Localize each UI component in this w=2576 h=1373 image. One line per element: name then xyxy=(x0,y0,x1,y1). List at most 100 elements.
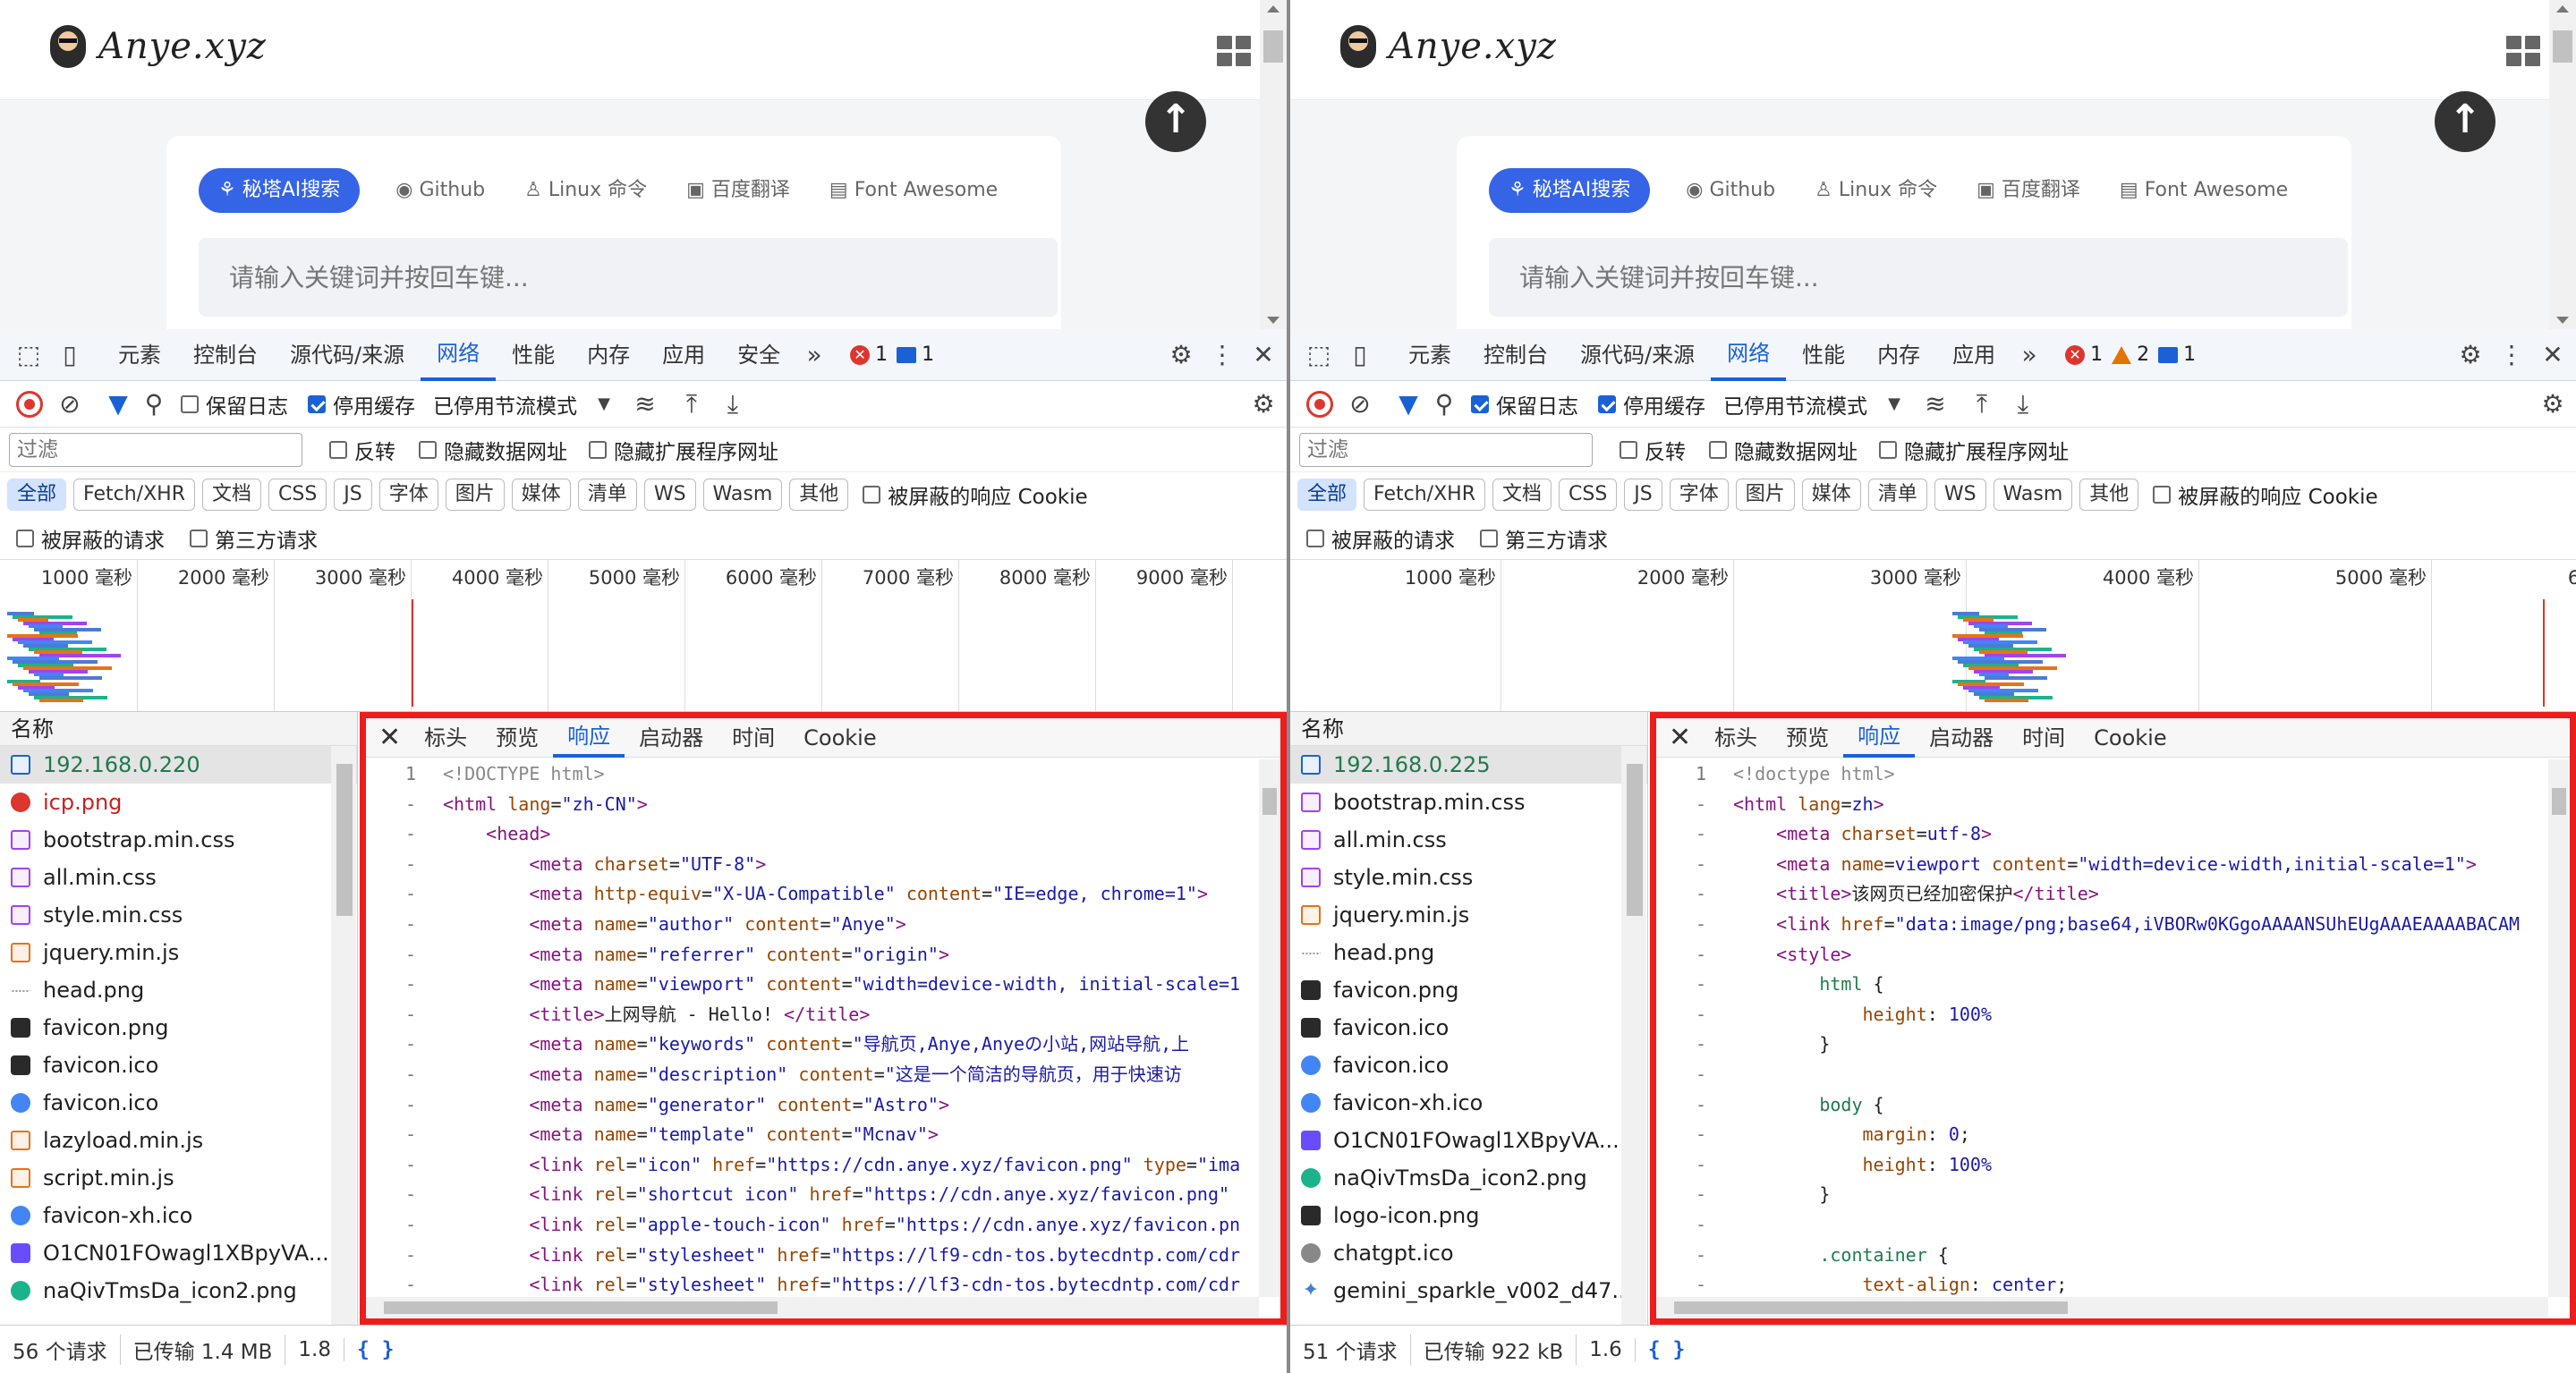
request-row[interactable]: O1CN01FOwagl1XBpyVA... xyxy=(1290,1122,1647,1159)
checkbox-box[interactable] xyxy=(1598,394,1616,413)
checkbox-box[interactable] xyxy=(1620,440,1637,459)
detail-tab[interactable]: 标头 xyxy=(1700,718,1772,758)
network-conditions-icon[interactable]: ≋ xyxy=(631,389,659,419)
type-filter-chip[interactable]: 清单 xyxy=(577,479,637,511)
scroll-thumb[interactable] xyxy=(336,764,353,916)
type-filter-chip[interactable]: 字体 xyxy=(378,479,438,511)
hide-data-urls-checkbox[interactable]: 隐藏数据网址 xyxy=(419,435,567,465)
message-badge[interactable]: 1 xyxy=(897,343,934,366)
type-filter-chip[interactable]: 图片 xyxy=(1735,479,1795,511)
code-horizontal-scrollbar[interactable] xyxy=(366,1297,1259,1318)
detail-tab[interactable]: 预览 xyxy=(481,718,553,758)
request-row[interactable]: favicon.png xyxy=(1290,971,1647,1009)
console-badges[interactable]: ✕ 1 2 1 xyxy=(2065,343,2456,366)
devtools-tab[interactable]: 内存 xyxy=(1861,329,1936,381)
clear-icon[interactable]: ⊘ xyxy=(1346,389,1374,419)
warning-badge[interactable]: 2 xyxy=(2112,343,2149,366)
scroll-up-icon[interactable] xyxy=(2556,5,2569,13)
detail-tab[interactable]: 时间 xyxy=(2008,718,2079,758)
disable-cache-checkbox[interactable]: 停用缓存 xyxy=(1598,389,1705,420)
hide-extension-urls-checkbox[interactable]: 隐藏扩展程序网址 xyxy=(1879,435,2069,465)
close-detail-icon[interactable]: ✕ xyxy=(1656,718,1700,758)
type-filter-chip[interactable]: 文档 xyxy=(201,479,261,511)
throttling-select[interactable]: 已停用节流模式 xyxy=(1723,389,1867,420)
request-row[interactable]: chatgpt.ico xyxy=(1290,1234,1647,1272)
checkbox-box[interactable] xyxy=(190,529,208,547)
search-tab-baidu-translate[interactable]: ▣ 百度翻译 xyxy=(1957,168,2100,213)
type-filter-chip[interactable]: 文档 xyxy=(1492,479,1552,511)
devtools-tab[interactable]: 网络 xyxy=(421,329,497,381)
search-tab-linux[interactable]: ♙ Linux 命令 xyxy=(1795,168,1957,213)
page-scrollbar[interactable] xyxy=(2549,0,2576,329)
type-filter-chip[interactable]: 字体 xyxy=(1669,479,1729,511)
request-row[interactable]: all.min.css xyxy=(0,859,357,896)
hide-extension-urls-checkbox[interactable]: 隐藏扩展程序网址 xyxy=(589,435,778,465)
detail-tab[interactable]: Cookie xyxy=(2079,718,2181,758)
type-filter-chip[interactable]: Wasm xyxy=(702,479,783,511)
detail-tab[interactable]: 预览 xyxy=(1772,718,1843,758)
more-options-icon[interactable]: ⋮ xyxy=(2497,340,2526,369)
upload-icon[interactable]: ⤒ xyxy=(677,389,706,419)
type-filter-chip[interactable]: Wasm xyxy=(1993,479,2073,511)
type-filter-chip[interactable]: CSS xyxy=(268,479,327,511)
type-filter-chip[interactable]: WS xyxy=(643,479,696,511)
type-filter-chip[interactable]: 全部 xyxy=(1297,479,1357,511)
type-filter-chip[interactable]: 媒体 xyxy=(511,479,571,511)
code-vertical-scrollbar[interactable] xyxy=(1259,759,1280,1297)
checkbox-box[interactable] xyxy=(419,440,437,459)
throttling-select[interactable]: 已停用节流模式 xyxy=(433,389,577,420)
download-icon[interactable]: ⤓ xyxy=(718,389,747,419)
request-row[interactable]: favicon.ico xyxy=(0,1047,357,1084)
devtools-tab[interactable]: 元素 xyxy=(1392,329,1467,381)
request-row[interactable]: logo-icon.png xyxy=(1290,1197,1647,1234)
back-to-top-icon[interactable]: ↑ xyxy=(2435,91,2495,152)
request-row[interactable]: naQivTmsDa_icon2.png xyxy=(1290,1159,1647,1197)
inspect-element-icon[interactable]: ⬚ xyxy=(1305,340,1333,369)
type-filter-chip[interactable]: Fetch/XHR xyxy=(1364,479,1485,511)
scroll-down-icon[interactable] xyxy=(1267,317,1279,324)
close-devtools-icon[interactable]: ✕ xyxy=(1249,340,1278,369)
chevron-down-icon[interactable]: ▼ xyxy=(590,390,618,419)
search-input[interactable] xyxy=(199,238,1058,317)
type-filter-chip[interactable]: Fetch/XHR xyxy=(73,479,195,511)
disable-cache-checkbox[interactable]: 停用缓存 xyxy=(308,389,415,420)
settings-gear-icon[interactable]: ⚙ xyxy=(1167,340,1195,369)
checkbox-box[interactable] xyxy=(863,486,881,504)
checkbox-box[interactable] xyxy=(1709,440,1727,459)
request-row[interactable]: 192.168.0.220 xyxy=(0,746,357,784)
devtools-tab[interactable]: 源代码/来源 xyxy=(274,329,421,381)
checkbox-box[interactable] xyxy=(1879,440,1897,459)
search-tab-github[interactable]: ◉ Github xyxy=(376,168,505,213)
more-tabs-icon[interactable]: » xyxy=(800,340,829,369)
filter-input[interactable] xyxy=(9,432,302,467)
scroll-thumb[interactable] xyxy=(2553,30,2572,63)
detail-tab[interactable]: 启动器 xyxy=(625,718,718,758)
type-filter-chip[interactable]: WS xyxy=(1934,479,1986,511)
inspect-element-icon[interactable]: ⬚ xyxy=(14,340,43,369)
scroll-thumb[interactable] xyxy=(1262,788,1277,815)
name-column-header[interactable]: 名称 xyxy=(1290,712,1647,746)
filter-icon[interactable]: ▼ xyxy=(1394,389,1423,419)
close-devtools-icon[interactable]: ✕ xyxy=(2538,340,2567,369)
detail-tab[interactable]: 启动器 xyxy=(1915,718,2008,758)
request-row[interactable]: favicon.png xyxy=(0,1009,357,1047)
grid-menu-icon[interactable] xyxy=(2506,36,2540,66)
devtools-tab[interactable]: 控制台 xyxy=(1467,329,1564,381)
request-row[interactable]: jquery.min.js xyxy=(1290,896,1647,934)
third-party-checkbox[interactable]: 第三方请求 xyxy=(190,523,318,554)
network-conditions-icon[interactable]: ≋ xyxy=(1921,389,1950,419)
chevron-down-icon[interactable]: ▼ xyxy=(1880,390,1909,419)
search-tab-font-awesome[interactable]: ▤ Font Awesome xyxy=(2100,168,2308,213)
request-row[interactable]: bootstrap.min.css xyxy=(0,821,357,859)
message-badge[interactable]: 1 xyxy=(2158,343,2196,366)
request-row[interactable]: favicon.ico xyxy=(0,1084,357,1122)
request-row[interactable]: head.png xyxy=(1290,934,1647,971)
devtools-tab[interactable]: 网络 xyxy=(1711,329,1787,381)
record-icon[interactable] xyxy=(1306,390,1333,418)
request-row[interactable]: style.min.css xyxy=(1290,859,1647,896)
blocked-requests-checkbox[interactable]: 被屏蔽的请求 xyxy=(1306,523,1455,554)
type-filter-chip[interactable]: 其他 xyxy=(789,479,849,511)
request-row[interactable]: favicon-xh.ico xyxy=(0,1197,357,1234)
detail-tab[interactable]: 响应 xyxy=(553,718,625,758)
error-badge[interactable]: ✕ 1 xyxy=(2065,343,2103,366)
